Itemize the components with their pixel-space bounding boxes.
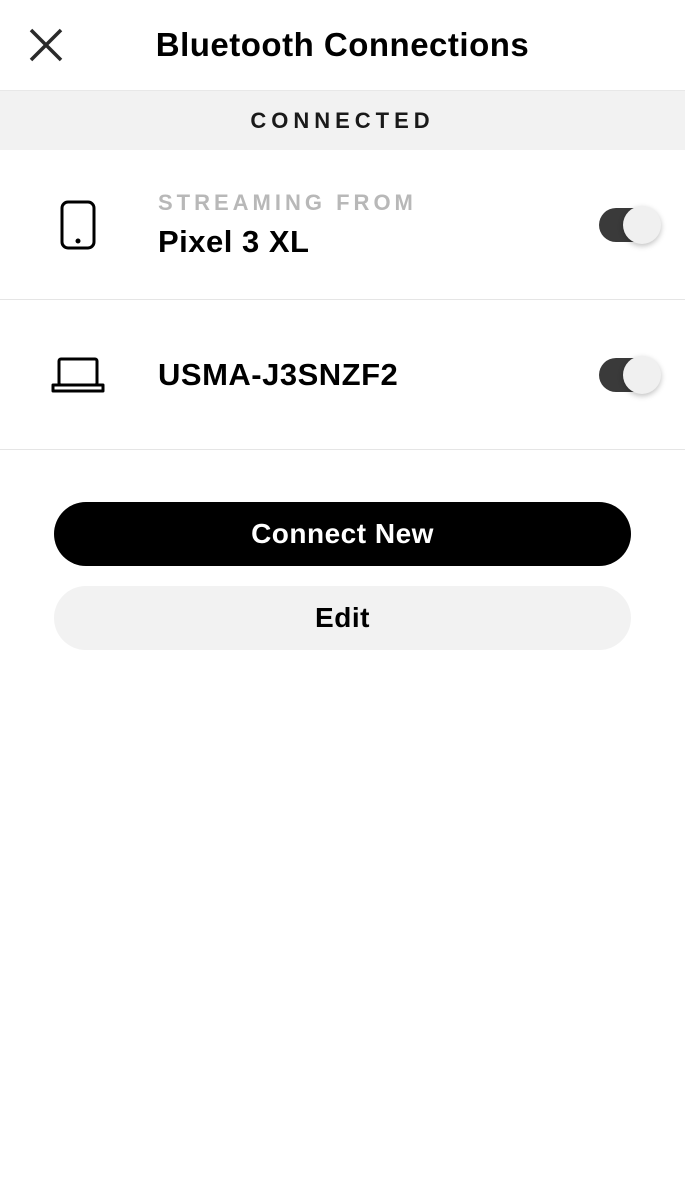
device-name: Pixel 3 XL (158, 224, 599, 260)
phone-icon (48, 200, 108, 250)
toggle-knob (623, 356, 661, 394)
close-icon (29, 28, 63, 62)
laptop-icon (48, 355, 108, 395)
connect-new-button[interactable]: Connect New (54, 502, 631, 566)
device-toggle[interactable] (599, 208, 657, 242)
toggle-knob (623, 206, 661, 244)
device-name: USMA-J3SNZF2 (158, 357, 599, 393)
buttons-area: Connect New Edit (0, 450, 685, 650)
device-sublabel: STREAMING FROM (158, 190, 599, 216)
device-row-phone[interactable]: STREAMING FROM Pixel 3 XL (0, 150, 685, 300)
device-toggle[interactable] (599, 358, 657, 392)
page-title: Bluetooth Connections (28, 26, 657, 64)
header: Bluetooth Connections (0, 0, 685, 90)
edit-button[interactable]: Edit (54, 586, 631, 650)
device-info: STREAMING FROM Pixel 3 XL (108, 190, 599, 260)
section-header-connected: CONNECTED (0, 90, 685, 150)
device-info: USMA-J3SNZF2 (108, 357, 599, 393)
close-button[interactable] (28, 27, 64, 63)
device-row-laptop[interactable]: USMA-J3SNZF2 (0, 300, 685, 450)
